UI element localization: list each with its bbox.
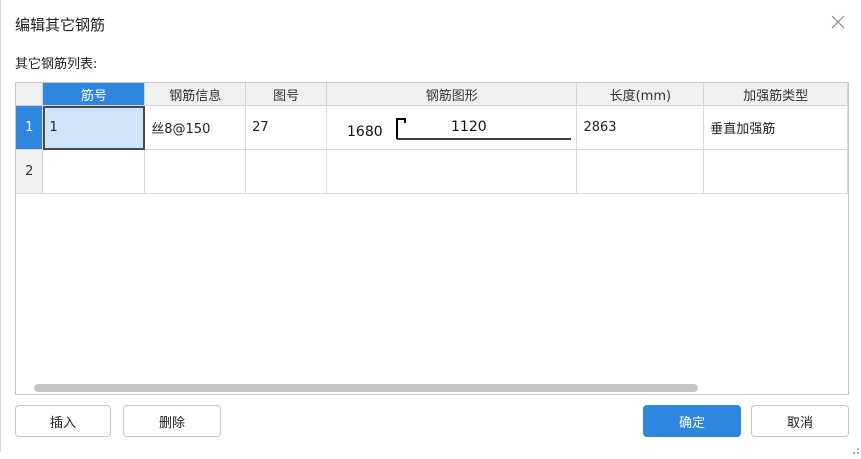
cell-figure-no[interactable] bbox=[245, 149, 327, 194]
cell-rebar-info[interactable] bbox=[144, 149, 247, 194]
rebar-shape-figure: 1680 1120 bbox=[347, 118, 571, 140]
header-row: 筋号 钢筋信息 图号 钢筋图形 长度(mm) 加强筋类型 bbox=[16, 83, 848, 106]
insert-button[interactable]: 插入 bbox=[15, 405, 111, 437]
delete-button[interactable]: 删除 bbox=[123, 405, 221, 437]
cell-jin-hao[interactable] bbox=[42, 149, 146, 194]
cell-rebar-shape[interactable] bbox=[325, 149, 578, 194]
column-header-rebar-info[interactable]: 钢筋信息 bbox=[144, 83, 247, 106]
cell-length[interactable]: 2863 bbox=[576, 105, 705, 150]
cell-rebar-info[interactable]: 丝8@150 bbox=[144, 105, 247, 150]
cell-length[interactable] bbox=[576, 149, 705, 194]
horizontal-scrollbar[interactable] bbox=[34, 384, 698, 392]
column-header-reinforcement-type[interactable]: 加强筋类型 bbox=[703, 83, 848, 106]
row-number[interactable]: 1 bbox=[16, 105, 44, 150]
rebar-table: 筋号 钢筋信息 图号 钢筋图形 长度(mm) 加强筋类型 1 1 丝8@150 … bbox=[16, 83, 848, 194]
cell-reinforcement-type[interactable]: 垂直加强筋 bbox=[703, 105, 848, 150]
cell-jin-hao[interactable]: 1 bbox=[42, 105, 146, 150]
edit-other-rebar-dialog: 编辑其它钢筋 其它钢筋列表: 筋号 钢筋信息 图号 钢筋图形 长度(mm) 加强… bbox=[0, 0, 861, 454]
table-row[interactable]: 1 1 丝8@150 27 1680 1120 2863 垂直加强筋 bbox=[16, 105, 848, 150]
column-header-rebar-shape[interactable]: 钢筋图形 bbox=[325, 83, 578, 106]
shape-hook-line bbox=[396, 118, 406, 139]
cell-rebar-shape[interactable]: 1680 1120 bbox=[325, 105, 578, 150]
table-row[interactable]: 2 bbox=[16, 149, 848, 194]
shape-left-value: 1680 bbox=[347, 124, 383, 140]
cancel-button[interactable]: 取消 bbox=[751, 405, 849, 437]
ok-button[interactable]: 确定 bbox=[643, 405, 741, 437]
column-header-figure-no[interactable]: 图号 bbox=[245, 83, 327, 106]
close-icon[interactable] bbox=[830, 14, 846, 30]
cell-reinforcement-type[interactable] bbox=[703, 149, 848, 194]
dialog-title: 编辑其它钢筋 bbox=[15, 16, 106, 34]
corner-header[interactable] bbox=[16, 83, 44, 106]
resize-grip-icon[interactable] bbox=[850, 440, 860, 454]
column-header-jin-hao[interactable]: 筋号 bbox=[42, 83, 146, 106]
row-number[interactable]: 2 bbox=[16, 149, 44, 194]
rebar-grid: 筋号 钢筋信息 图号 钢筋图形 长度(mm) 加强筋类型 1 1 丝8@150 … bbox=[15, 82, 849, 395]
cell-figure-no[interactable]: 27 bbox=[245, 105, 327, 150]
title-bar: 编辑其它钢筋 bbox=[1, 0, 861, 44]
rebar-list-label: 其它钢筋列表: bbox=[15, 57, 98, 72]
shape-top-value: 1120 bbox=[451, 119, 487, 135]
column-header-length[interactable]: 长度(mm) bbox=[576, 83, 705, 106]
